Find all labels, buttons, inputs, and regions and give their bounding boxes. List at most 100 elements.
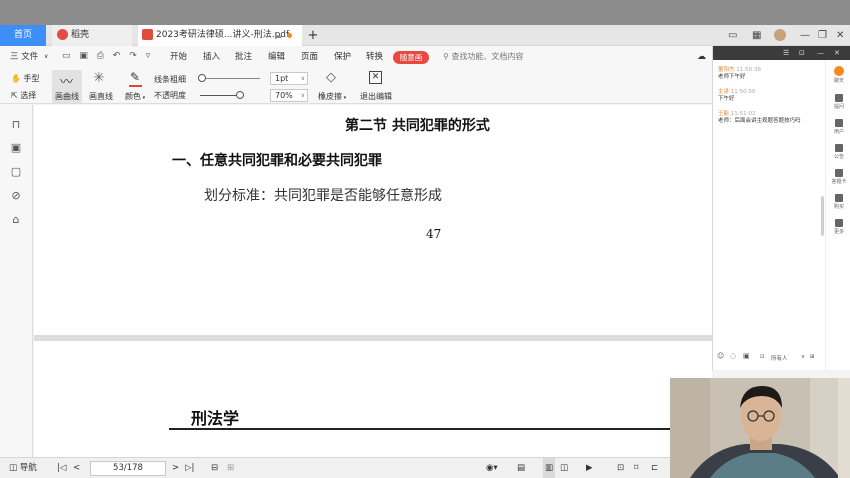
- pen-icon: ✎: [130, 70, 141, 84]
- next-page-button[interactable]: >: [172, 458, 179, 478]
- side-answer-card-label: 答题卡: [831, 179, 847, 185]
- menu-page[interactable]: 页面: [301, 46, 318, 68]
- at-icon[interactable]: ⊡: [760, 354, 765, 360]
- tab-home[interactable]: 首页: [0, 25, 46, 46]
- attachment-icon[interactable]: ⊘: [9, 189, 23, 203]
- nav-toggle[interactable]: ◫ 导航: [9, 458, 37, 478]
- minimize-button[interactable]: —: [800, 25, 810, 46]
- thickness-slider[interactable]: [200, 78, 260, 79]
- nav-label: 导航: [19, 463, 37, 473]
- new-tab-button[interactable]: +: [306, 25, 320, 46]
- fit-page-icon[interactable]: ⌑: [634, 458, 638, 478]
- search-input[interactable]: ⚲ 查找功能、文档内容: [443, 46, 523, 68]
- forward-icon[interactable]: ⊞: [227, 458, 234, 478]
- menu-protect[interactable]: 保护: [334, 46, 351, 68]
- menu-icon[interactable]: ☰: [783, 46, 789, 60]
- chevron-down-icon[interactable]: ∨: [801, 354, 805, 360]
- side-more[interactable]: 更多: [826, 219, 850, 235]
- more-icon: [835, 219, 843, 227]
- chat-message: 王能 11:51:02 老师：后面会讲主观题答题技巧吗: [718, 111, 818, 125]
- emoji-icon[interactable]: ☺: [717, 352, 724, 360]
- menu-convert[interactable]: 转换: [366, 46, 383, 68]
- menu-insert[interactable]: 插入: [203, 46, 220, 68]
- avatar[interactable]: [774, 29, 786, 41]
- last-page-button[interactable]: ▷|: [185, 458, 194, 478]
- thickness-value: 1pt: [275, 74, 289, 83]
- opacity-label: 不透明度: [154, 91, 186, 100]
- select-tool[interactable]: ⇱ 选择: [11, 90, 36, 101]
- live-chat-panel: ☰ ⊡ — ✕ 董阳杰 11:50:38 老师下午好 主讲 11:50:50 下…: [712, 46, 850, 370]
- close-button[interactable]: ✕: [836, 25, 844, 46]
- bookmark-icon[interactable]: ⊓: [9, 118, 23, 132]
- menu-annotate[interactable]: 批注: [235, 46, 252, 68]
- side-answer-card[interactable]: 答题卡: [826, 169, 850, 185]
- cloud-sync-icon[interactable]: ☁: [697, 46, 706, 68]
- comment-icon[interactable]: ▢: [9, 165, 23, 179]
- tab-daoke[interactable]: 稻壳: [52, 25, 132, 46]
- side-chat[interactable]: 聊天: [826, 66, 850, 84]
- title-strip: [0, 0, 850, 25]
- single-page-icon[interactable]: ▤: [517, 458, 525, 478]
- page-number-input[interactable]: 53/178: [90, 461, 166, 476]
- chat-message-author: 王能: [718, 111, 730, 117]
- chat-minimize-button[interactable]: —: [817, 46, 824, 60]
- grid-icon[interactable]: ▦: [752, 25, 761, 46]
- chevron-down-icon[interactable]: ∨: [44, 46, 48, 68]
- eraser-tool[interactable]: 橡皮擦 ▾: [318, 91, 346, 102]
- menu-start[interactable]: 开始: [170, 46, 187, 68]
- opacity-slider-knob[interactable]: [236, 91, 244, 99]
- side-notice-label: 公告: [833, 154, 844, 160]
- thumbnail-icon[interactable]: ▣: [9, 141, 23, 155]
- menu-freedraw-badge[interactable]: 随意画: [393, 51, 429, 64]
- prev-page-button[interactable]: <: [73, 458, 80, 478]
- opacity-select[interactable]: 70% ∨: [270, 89, 308, 102]
- two-page-icon[interactable]: ◫: [560, 458, 568, 478]
- side-buy[interactable]: 购买: [826, 194, 850, 210]
- pdf-page-current: 第二节 共同犯罪的形式 一、任意共同犯罪和必要共同犯罪 划分标准：共同犯罪是否能…: [34, 105, 712, 335]
- notice-icon: [835, 144, 843, 152]
- curve-tool[interactable]: 画曲线: [55, 91, 79, 102]
- stamp-icon[interactable]: ⌂: [9, 213, 23, 227]
- fit-width-icon[interactable]: ⊡: [617, 458, 624, 478]
- document-view[interactable]: 第二节 共同犯罪的形式 一、任意共同犯罪和必要共同犯罪 划分标准：共同犯罪是否能…: [34, 105, 712, 457]
- menu-bar: 三 文件 ∨ ▭ ▣ ⎙ ↶ ↷ ▿ 开始 插入 批注 编辑 页面 保护 转换 …: [0, 46, 712, 68]
- tab-document[interactable]: 2023考研法律硕...讲义-刑法.pdf ☁: [138, 25, 302, 46]
- chat-message-body: 下午好: [718, 96, 735, 102]
- chapter-title: 刑法学: [191, 409, 240, 428]
- chat-message-time: 11:50:38: [736, 67, 761, 73]
- menu-edit[interactable]: 编辑: [268, 46, 285, 68]
- thickness-select[interactable]: 1pt ∨: [270, 72, 308, 85]
- quick-access-icons[interactable]: ▭ ▣ ⎙ ↶ ↷ ▿: [62, 51, 153, 63]
- exit-edit-button[interactable]: 退出编辑: [360, 91, 392, 102]
- recipient-select[interactable]: 所有人: [771, 354, 788, 362]
- layout-icon[interactable]: ▭: [728, 25, 737, 46]
- color-label: 颜色: [125, 92, 141, 101]
- first-page-button[interactable]: |◁: [57, 458, 66, 478]
- chat-message-author: 主讲: [718, 89, 730, 95]
- restore-button[interactable]: ❐: [818, 25, 827, 46]
- image-icon[interactable]: ▣: [743, 352, 750, 360]
- chat-close-button[interactable]: ✕: [834, 46, 840, 60]
- eye-mode-icon[interactable]: ◉▾: [486, 458, 498, 478]
- actual-size-icon[interactable]: ⊏: [651, 458, 658, 478]
- side-notice[interactable]: 公告: [826, 144, 850, 160]
- section-title: 第二节 共同犯罪的形式: [345, 118, 490, 134]
- chat-bubble-small-icon[interactable]: ◌: [730, 352, 736, 360]
- webcam-video: [670, 378, 850, 478]
- continuous-page-icon[interactable]: ▥: [543, 458, 556, 478]
- popout-icon[interactable]: ⊡: [799, 46, 805, 60]
- draw-toolbar: ✋ 手型 ⇱ 选择 〰 画曲线 ✳ 画直线 ✎ 颜色 ▾ 线条粗细 不透明度 1…: [0, 68, 712, 104]
- file-menu[interactable]: 三 文件: [10, 46, 38, 68]
- back-icon[interactable]: ⊟: [211, 458, 218, 478]
- thickness-slider-knob[interactable]: [198, 74, 206, 82]
- settings-icon[interactable]: ⊞: [810, 354, 815, 360]
- hand-icon: ✋: [11, 74, 21, 83]
- side-question[interactable]: 提问: [826, 94, 850, 110]
- side-users[interactable]: 用户: [826, 119, 850, 135]
- tab-document-label: 2023考研法律硕...讲义-刑法.pdf: [156, 30, 290, 40]
- color-dropdown[interactable]: 颜色 ▾: [125, 91, 145, 102]
- play-icon[interactable]: ▶: [586, 458, 593, 478]
- straight-line-tool[interactable]: 画直线: [89, 91, 113, 102]
- chat-scrollbar[interactable]: [821, 196, 824, 236]
- hand-tool[interactable]: ✋ 手型: [11, 73, 40, 84]
